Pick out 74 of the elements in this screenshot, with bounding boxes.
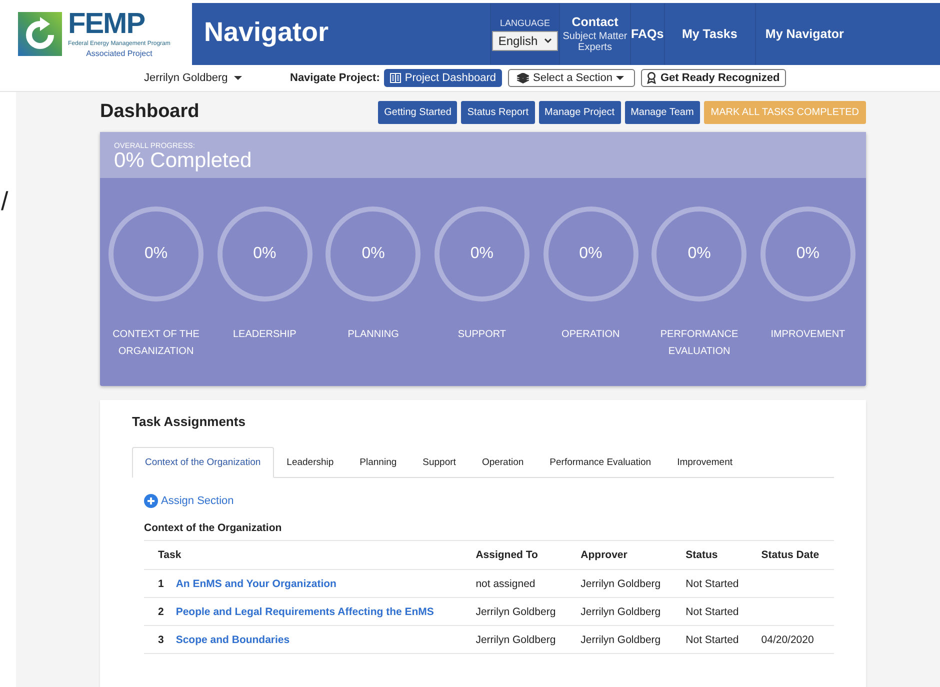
- table-cell: Jerrilyn Goldberg: [468, 598, 573, 626]
- column-header: Task: [144, 540, 468, 570]
- section-name: PLANNING: [348, 328, 399, 342]
- page-title: Dashboard: [100, 101, 200, 123]
- row-number: 3: [144, 626, 168, 654]
- action-button[interactable]: Status Report: [461, 100, 535, 124]
- section-name: SUPPORT: [458, 328, 506, 342]
- progress-value: 0% Completed: [114, 150, 253, 172]
- plus-circle-icon: [144, 494, 158, 508]
- row-number: 2: [144, 598, 168, 626]
- percent-value: 0%: [143, 245, 169, 263]
- nav-link[interactable]: FAQs: [630, 3, 664, 65]
- table-cell: Not Started: [678, 598, 754, 626]
- section-name: OPERATION: [562, 328, 620, 342]
- user-menu[interactable]: Jerrilyn Goldberg: [144, 72, 290, 84]
- table-cell: 04/20/2020: [753, 626, 834, 654]
- column-header: Approver: [572, 540, 678, 570]
- section-tab[interactable]: Leadership: [274, 447, 347, 478]
- book-icon: [390, 73, 401, 83]
- logo-caption: Associated Project: [86, 49, 152, 58]
- section-tab[interactable]: Operation: [468, 447, 537, 478]
- caret-icon: [616, 76, 624, 80]
- nav-link[interactable]: Contact Subject Matter Experts: [559, 3, 630, 65]
- table-cell: Not Started: [678, 626, 754, 654]
- table-cell: Jerrilyn Goldberg: [572, 626, 678, 654]
- assign-section-link[interactable]: Assign Section: [144, 494, 834, 508]
- action-button[interactable]: Manage Team: [624, 100, 700, 124]
- navigate-button[interactable]: Select a Section: [508, 69, 636, 87]
- table-cell: Jerrilyn Goldberg: [572, 598, 678, 626]
- column-header: Status: [678, 540, 754, 570]
- layers-icon: [516, 72, 529, 84]
- table-cell: Jerrilyn Goldberg: [468, 626, 573, 654]
- navigate-label: Navigate Project:: [290, 72, 380, 84]
- section-tab[interactable]: Improvement: [664, 447, 746, 478]
- section-heading: Context of the Organization: [144, 522, 283, 534]
- ribbon-icon: [647, 72, 656, 84]
- percent-value: 0%: [469, 245, 495, 263]
- percent-value: 0%: [795, 245, 820, 263]
- nav-link[interactable]: My Navigator: [754, 3, 854, 65]
- navigate-button[interactable]: Get Ready Recognized: [641, 69, 786, 87]
- section-name: LEADERSHIP: [232, 328, 296, 342]
- language-label: LANGUAGE: [500, 18, 550, 28]
- section-name: IMPROVEMENT: [770, 328, 846, 342]
- task-link[interactable]: People and Legal Requirements Affecting the EnMS: [176, 606, 434, 618]
- nav-link[interactable]: My Tasks: [664, 3, 755, 65]
- percent-value: 0%: [686, 245, 712, 263]
- percent-value: 0%: [360, 245, 386, 263]
- arrow-circle-logo-icon: [18, 12, 62, 56]
- language-select[interactable]: English: [492, 30, 558, 50]
- action-button[interactable]: Manage Project: [538, 100, 621, 124]
- column-header: Assigned To: [468, 540, 573, 570]
- task-link[interactable]: An EnMS and Your Organization: [176, 578, 336, 590]
- section-name: PERFORMANCE EVALUATION: [659, 328, 740, 359]
- task-link[interactable]: Scope and Boundaries: [176, 634, 290, 646]
- row-number: 1: [144, 570, 168, 598]
- section-tab[interactable]: Context of the Organization: [132, 447, 274, 478]
- section-tab[interactable]: Planning: [346, 447, 410, 478]
- chevron-icon: [544, 38, 552, 43]
- section-tab[interactable]: Support: [410, 447, 469, 478]
- column-header: Status Date: [753, 540, 834, 570]
- card-title: Task Assignments: [132, 414, 246, 429]
- table-cell: not assigned: [468, 570, 573, 598]
- caret-icon: [234, 76, 242, 80]
- table-cell: Not Started: [678, 570, 754, 598]
- section-tab[interactable]: Performance Evaluation: [536, 447, 664, 478]
- logo-title: FEMP: [68, 10, 145, 38]
- percent-value: 0%: [578, 245, 604, 263]
- section-name: CONTEXT OF THE ORGANIZATION: [112, 328, 200, 359]
- table-cell: Jerrilyn Goldberg: [572, 570, 678, 598]
- navigate-button[interactable]: Project Dashboard: [384, 69, 502, 87]
- app-title: Navigator: [203, 16, 330, 49]
- cut-text: /: [1, 186, 8, 216]
- percent-value: 0%: [252, 245, 278, 263]
- action-button[interactable]: Getting Started: [378, 100, 458, 124]
